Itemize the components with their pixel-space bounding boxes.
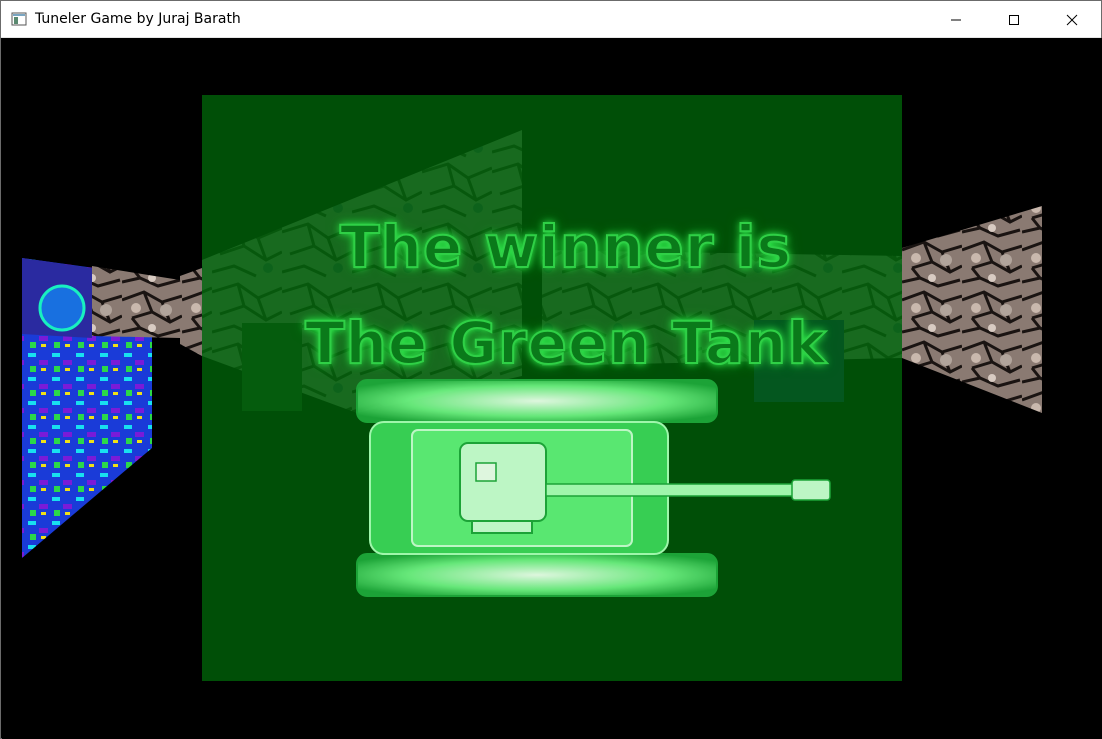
green-tank xyxy=(356,379,831,597)
title-bar[interactable]: Tuneler Game by Juraj Barath xyxy=(1,1,1101,38)
game-viewport[interactable]: The winner is The Green Tank xyxy=(2,38,1102,739)
close-button[interactable] xyxy=(1043,1,1101,38)
minimize-button[interactable] xyxy=(927,1,985,38)
close-icon xyxy=(1066,14,1078,25)
app-window-icon xyxy=(11,12,27,26)
game-window: Tuneler Game by Juraj Barath The winner … xyxy=(0,0,1102,739)
minimize-icon xyxy=(951,19,961,20)
window-controls xyxy=(927,1,1101,38)
maximize-button[interactable] xyxy=(985,1,1043,38)
maximize-icon xyxy=(1009,14,1019,25)
window-title: Tuneler Game by Juraj Barath xyxy=(35,11,241,27)
